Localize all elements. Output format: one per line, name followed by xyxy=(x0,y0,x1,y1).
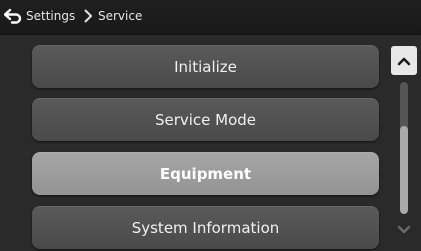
screen: Settings Service Initialize Service Mode… xyxy=(0,0,421,251)
chevron-down-icon xyxy=(397,225,411,234)
chevron-up-icon xyxy=(397,57,411,65)
breadcrumb-service: Service xyxy=(98,9,143,23)
scrollbar-track[interactable] xyxy=(400,82,408,214)
menu-item-label: Service Mode xyxy=(154,110,257,129)
chevron-right-icon xyxy=(84,9,93,23)
scroll-up-button[interactable] xyxy=(391,46,417,75)
menu-item-label: Initialize xyxy=(174,57,237,76)
menu-item-equipment[interactable]: Equipment xyxy=(32,152,379,195)
breadcrumb-settings[interactable]: Settings xyxy=(26,8,75,24)
menu-item-system-information[interactable]: System Information xyxy=(32,206,379,249)
back-button[interactable] xyxy=(2,5,24,27)
menu-list: Initialize Service Mode Equipment System… xyxy=(0,35,390,251)
scrollbar-thumb[interactable] xyxy=(400,125,408,214)
menu-item-initialize[interactable]: Initialize xyxy=(32,45,379,88)
menu-item-service-mode[interactable]: Service Mode xyxy=(32,98,379,141)
scroll-down-button[interactable] xyxy=(393,219,415,241)
menu-item-label: System Information xyxy=(131,218,280,237)
menu-item-label: Equipment xyxy=(159,164,252,183)
header-bar: Settings Service xyxy=(0,0,421,35)
back-return-arrow-icon xyxy=(4,8,22,24)
